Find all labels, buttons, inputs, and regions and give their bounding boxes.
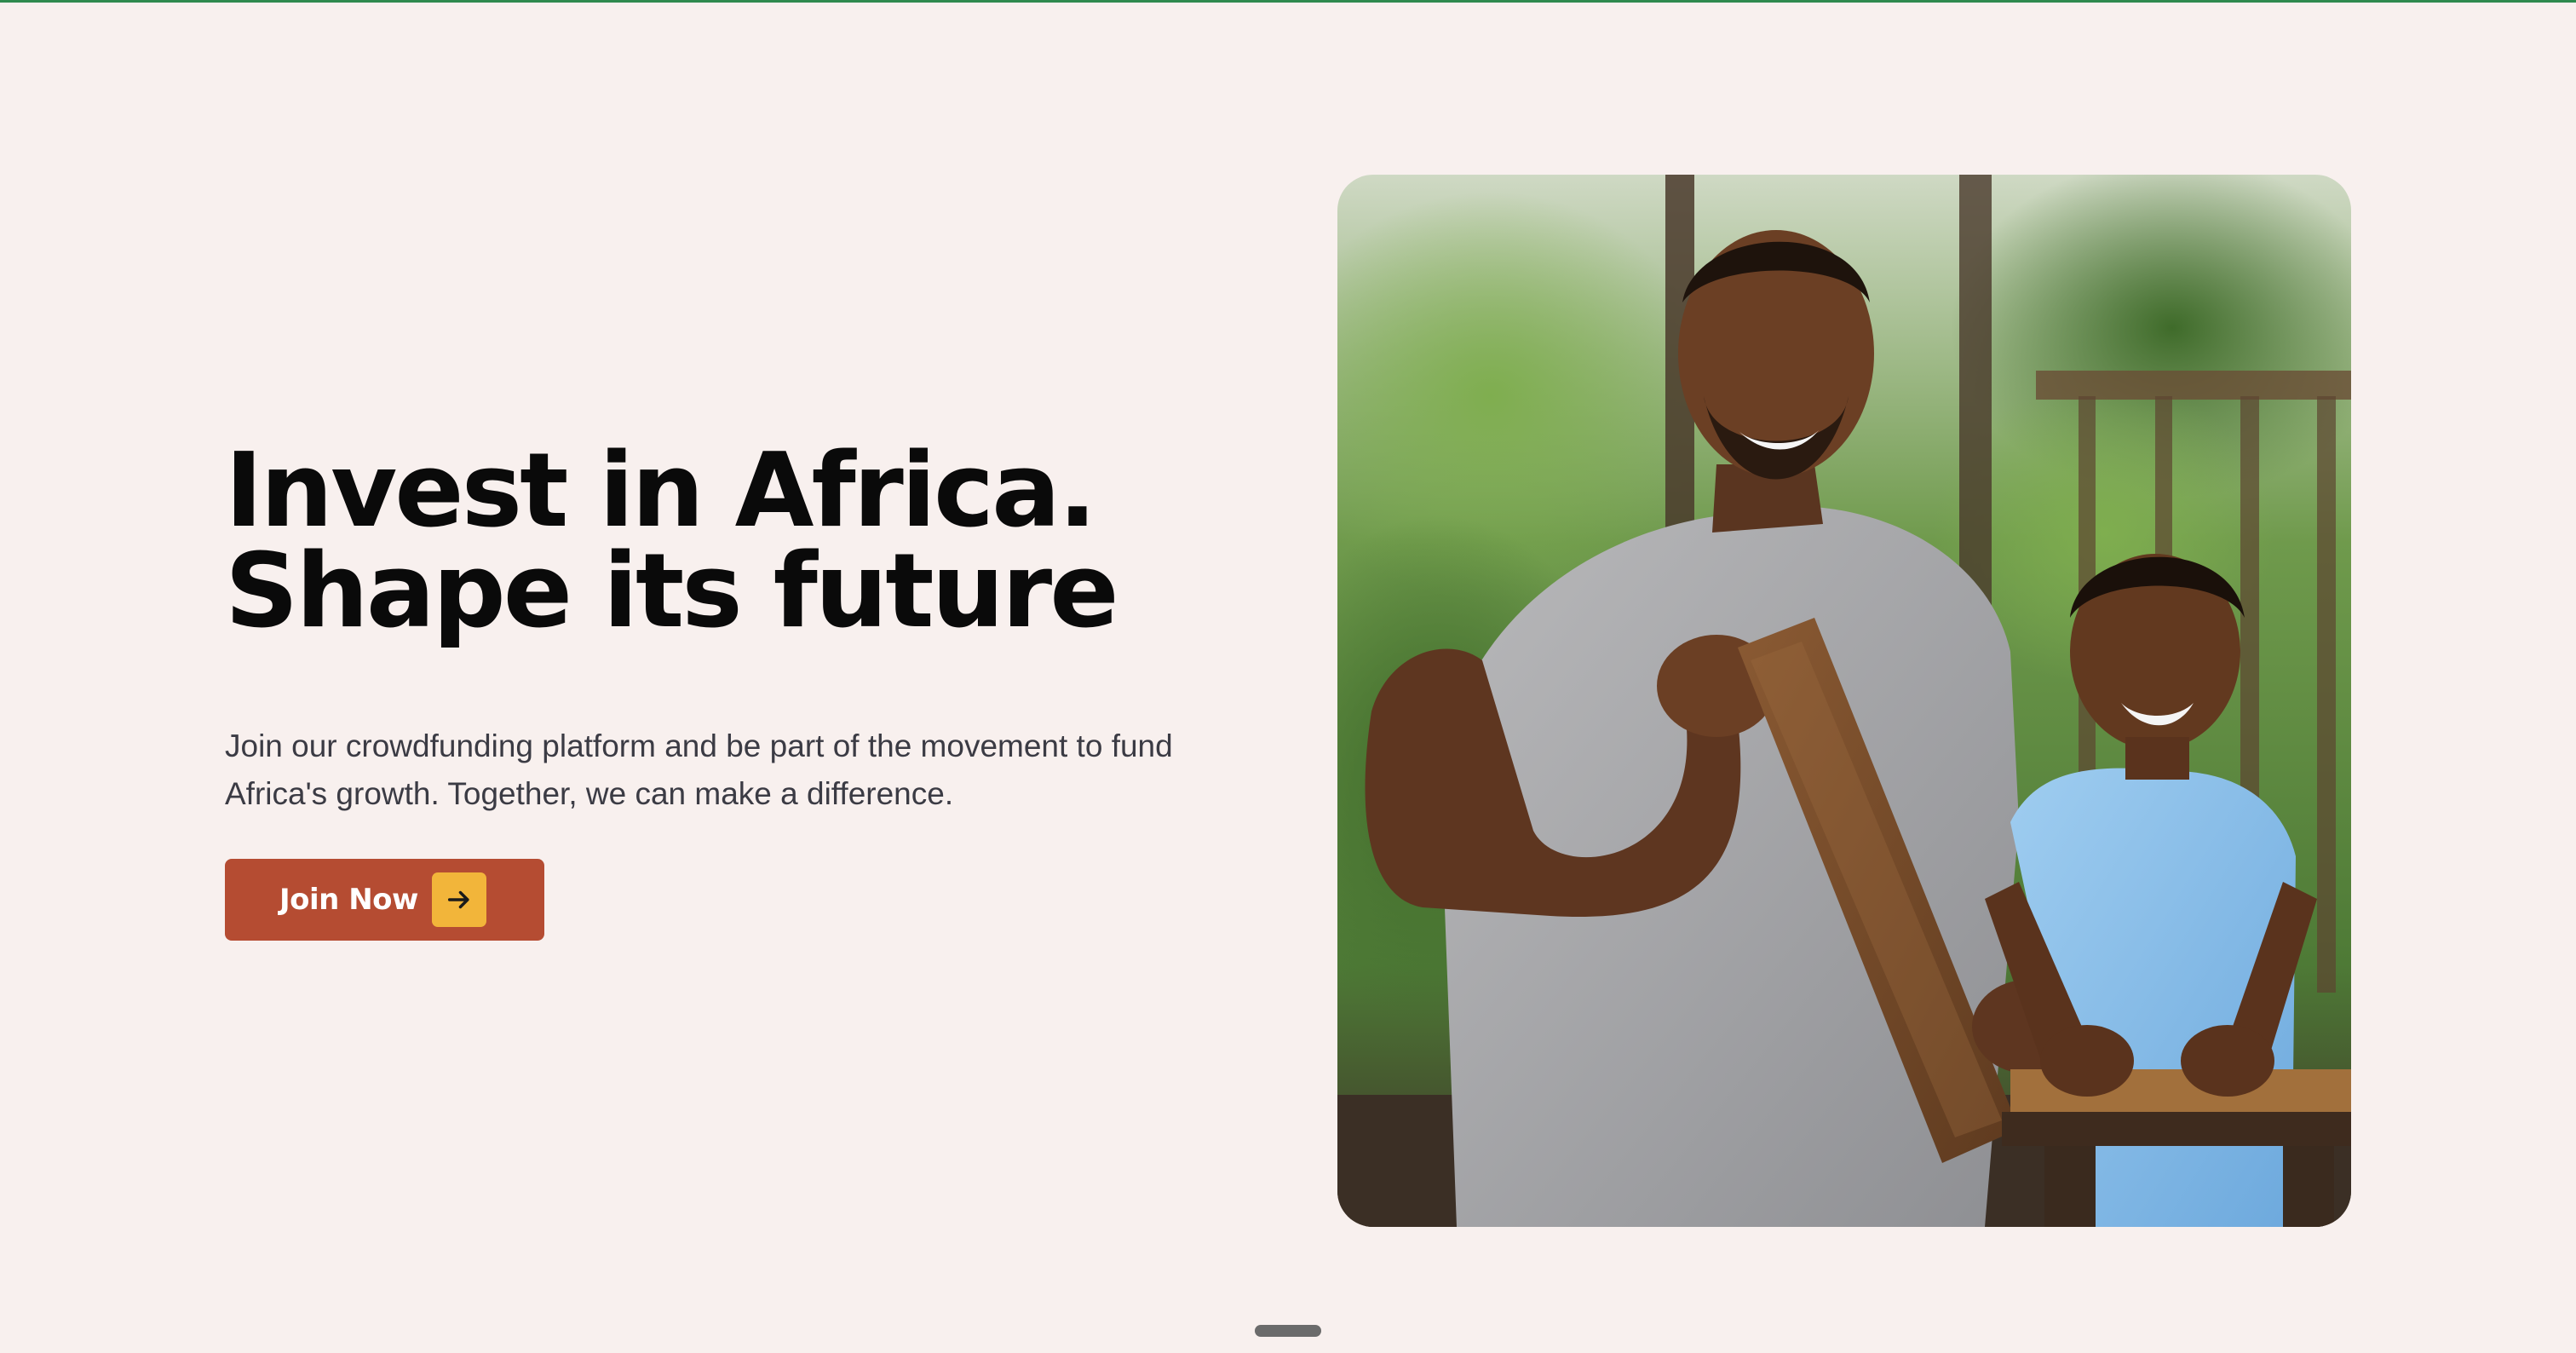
hero-photo (1337, 175, 2351, 1227)
arrow-right-icon (431, 872, 486, 927)
hero-headline-line-2: Shape its future (225, 533, 1119, 651)
scroll-indicator[interactable] (1255, 1325, 1321, 1337)
hero-description: Join our crowdfunding platform and be pa… (225, 728, 1173, 811)
hero-headline: Invest in Africa. Shape its future (225, 432, 1247, 651)
hero-text-block: Invest in Africa. Shape its future Join … (225, 432, 1247, 941)
hero-headline-line-1: Invest in Africa. (225, 432, 1097, 550)
join-now-label: Join Now (279, 883, 418, 917)
join-now-button[interactable]: Join Now (225, 859, 544, 941)
hero-photo-illustration (1337, 175, 2351, 1227)
top-accent-line (0, 0, 2576, 3)
